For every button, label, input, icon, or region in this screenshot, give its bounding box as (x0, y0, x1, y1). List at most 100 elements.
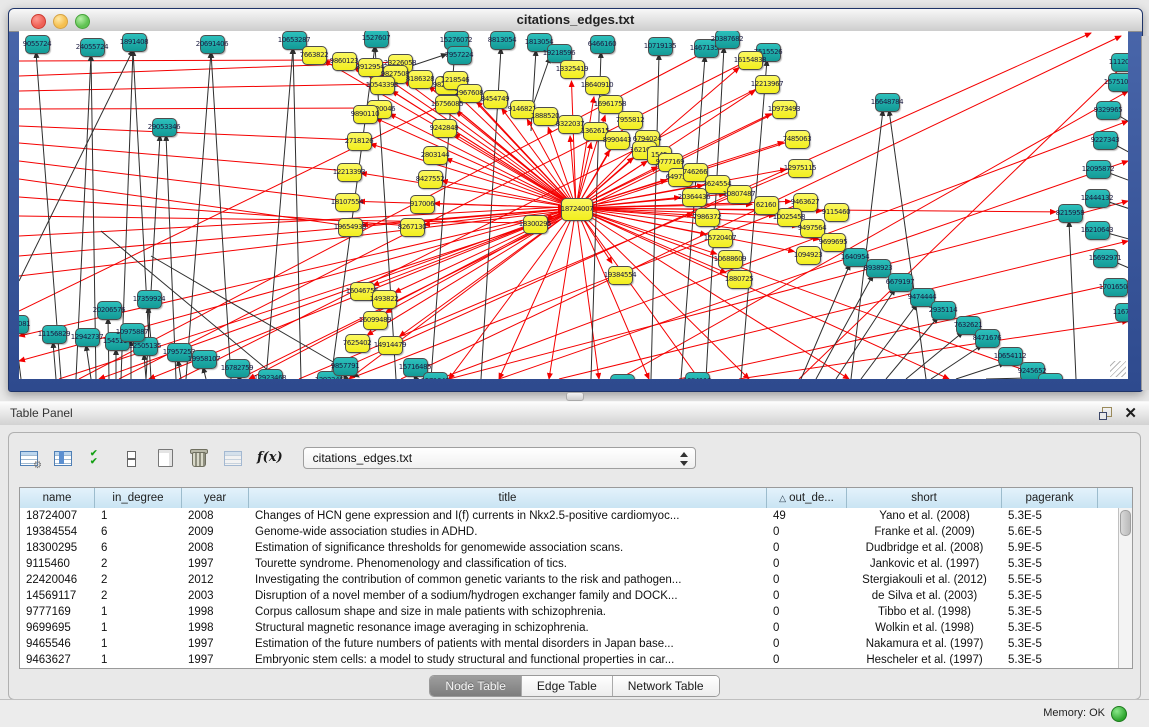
graph-node[interactable]: 1888520 (533, 107, 558, 126)
graph-node[interactable]: 9890110 (353, 105, 378, 124)
graph-node[interactable]: 16756085 (435, 95, 460, 114)
graph-node[interactable]: 19384554 (608, 266, 633, 285)
graph-node[interactable]: 12942737 (75, 328, 100, 347)
graph-node[interactable]: 2803144 (423, 146, 448, 165)
graph-node[interactable]: 7625402 (345, 334, 370, 353)
graph-node[interactable]: 9115460 (824, 203, 849, 222)
graph-node[interactable]: 10807487 (727, 185, 752, 204)
table-row[interactable]: 911546021997Tourette syndrome. Phenomeno… (20, 556, 1119, 572)
graph-node[interactable]: 18724007 (561, 198, 593, 221)
graph-node[interactable]: 1112053 (1111, 53, 1129, 72)
graph-node[interactable]: 16099489 (363, 311, 388, 330)
graph-node[interactable]: 24055724 (80, 38, 105, 57)
graph-node[interactable]: 8813054 (490, 31, 515, 50)
column-header-name[interactable]: name (20, 488, 95, 508)
graph-node[interactable]: 16961758 (598, 95, 623, 114)
table-row[interactable]: 1938455462009Genome-wide association stu… (20, 524, 1119, 540)
graph-node[interactable]: 1891408 (122, 33, 147, 52)
graph-node[interactable]: 8322037 (558, 115, 583, 134)
table-row[interactable]: 2242004622012Investigating the contribut… (20, 572, 1119, 588)
graph-node[interactable]: 15692971 (1093, 249, 1118, 268)
graph-node[interactable]: 17359924 (137, 290, 162, 309)
column-header-year[interactable]: year (182, 488, 249, 508)
graph-node[interactable]: 16154838 (738, 51, 763, 70)
tab-node-table[interactable]: Node Table (430, 676, 522, 696)
graph-node[interactable]: 1094923 (796, 246, 821, 265)
graph-node[interactable]: 11156829 (42, 325, 67, 344)
graph-node[interactable]: 16210643 (1085, 221, 1110, 240)
split-pane-handle[interactable] (566, 392, 584, 401)
graph-node[interactable]: 15720407 (708, 229, 733, 248)
column-header-title[interactable]: title (249, 488, 767, 508)
graph-node[interactable]: 12975115 (788, 159, 813, 178)
memory-status-icon[interactable] (1111, 706, 1127, 722)
vertical-scrollbar[interactable] (1118, 508, 1132, 668)
graph-node[interactable]: 16782759 (225, 359, 250, 378)
column-header-out_de[interactable]: △out_de... (767, 488, 847, 508)
graph-node[interactable]: 9860123 (332, 52, 357, 71)
graph-node[interactable]: 18107554 (335, 193, 360, 212)
table-row[interactable]: 1830029562008Estimation of significance … (20, 540, 1119, 556)
graph-node[interactable]: 8215958 (1058, 204, 1083, 223)
table-row[interactable]: 946554611997Estimation of the future num… (20, 636, 1119, 652)
graph-node[interactable]: 7957224 (447, 46, 472, 65)
graph-node[interactable]: 746266 (683, 163, 708, 182)
graph-node[interactable]: 917006 (410, 195, 435, 214)
graph-node[interactable]: 2935114 (931, 301, 956, 320)
graph-node[interactable]: 1085081 (19, 315, 29, 334)
graph-node[interactable]: 19654933 (338, 218, 363, 237)
table-row[interactable]: 1456911722003Disruption of a novel membe… (20, 588, 1119, 604)
graph-node[interactable]: 7955812 (618, 111, 643, 130)
graph-node[interactable]: 9245653 (1038, 373, 1063, 380)
graph-node[interactable]: 10975887 (120, 323, 145, 342)
graph-node[interactable]: 16648784 (875, 93, 900, 112)
table-row[interactable]: 977716911998Corpus callosum shape and si… (20, 604, 1119, 620)
graph-node[interactable]: 12213967 (755, 75, 780, 94)
graph-node[interactable]: 9242848 (432, 119, 457, 138)
column-header-short[interactable]: short (847, 488, 1002, 508)
graph-node[interactable]: 12923468 (258, 369, 283, 380)
graph-node[interactable]: 9329965 (1096, 101, 1121, 120)
graph-node[interactable]: 1167533 (1115, 303, 1129, 322)
graph-node[interactable]: 9857791 (333, 357, 358, 376)
graph-node[interactable]: 7485063 (785, 130, 810, 149)
network-canvas[interactable]: 9055724240557241891408206914061065328715… (19, 31, 1128, 379)
window-titlebar[interactable]: citations_edges.txt (9, 9, 1142, 32)
close-panel-icon[interactable]: ✕ (1124, 404, 1137, 422)
table-row[interactable]: 1872400712008Changes of HCN gene express… (20, 508, 1119, 524)
graph-node[interactable]: 8938923 (866, 259, 891, 278)
graph-node[interactable]: 62160 (754, 196, 779, 215)
scrollbar-thumb[interactable] (1120, 510, 1131, 536)
graph-node[interactable]: 20364436 (682, 188, 707, 207)
graph-node[interactable]: 1493822 (372, 290, 397, 309)
graph-node[interactable]: 15751074 (1108, 73, 1129, 92)
graph-node[interactable]: 12213393 (337, 163, 362, 182)
graph-node[interactable]: 10688609 (718, 250, 743, 269)
graph-node[interactable]: 8912954 (358, 58, 383, 77)
graph-node[interactable]: 13325419 (560, 60, 585, 79)
tab-edge-table[interactable]: Edge Table (522, 676, 613, 696)
graph-node[interactable]: 9227343 (1093, 131, 1118, 150)
graph-node[interactable]: 14914479 (378, 336, 403, 355)
graph-node[interactable]: 8454749 (483, 90, 508, 109)
function-builder-icon[interactable]: f(x) (257, 449, 283, 467)
graph-node[interactable]: 10543392 (370, 76, 395, 95)
new-document-icon[interactable] (155, 449, 175, 467)
graph-node[interactable]: 10654112 (998, 347, 1023, 366)
graph-node[interactable]: 19958107 (192, 350, 217, 369)
graph-node[interactable]: 18640910 (585, 76, 610, 95)
graph-node[interactable]: 8186328 (408, 70, 433, 89)
graph-node[interactable]: 9699695 (821, 233, 846, 252)
graph-node[interactable]: 7986372 (695, 208, 720, 227)
graph-node[interactable]: 1571648 (423, 372, 448, 380)
graph-node[interactable]: 6466160 (590, 35, 615, 54)
graph-node[interactable]: 20206576 (97, 301, 122, 320)
graph-node[interactable]: 7663822 (302, 46, 327, 65)
table-row[interactable]: 946362711997Embryonic stem cells: a mode… (20, 652, 1119, 668)
table-row[interactable]: 969969511998Structural magnetic resonanc… (20, 620, 1119, 636)
graph-node[interactable]: 6679197 (888, 273, 913, 292)
table-selector-dropdown[interactable]: citations_edges.txt (303, 447, 696, 469)
graph-node[interactable]: 9055724 (25, 35, 50, 54)
graph-node[interactable]: 12444132 (1085, 189, 1110, 208)
graph-node[interactable]: 2718126 (347, 132, 372, 151)
